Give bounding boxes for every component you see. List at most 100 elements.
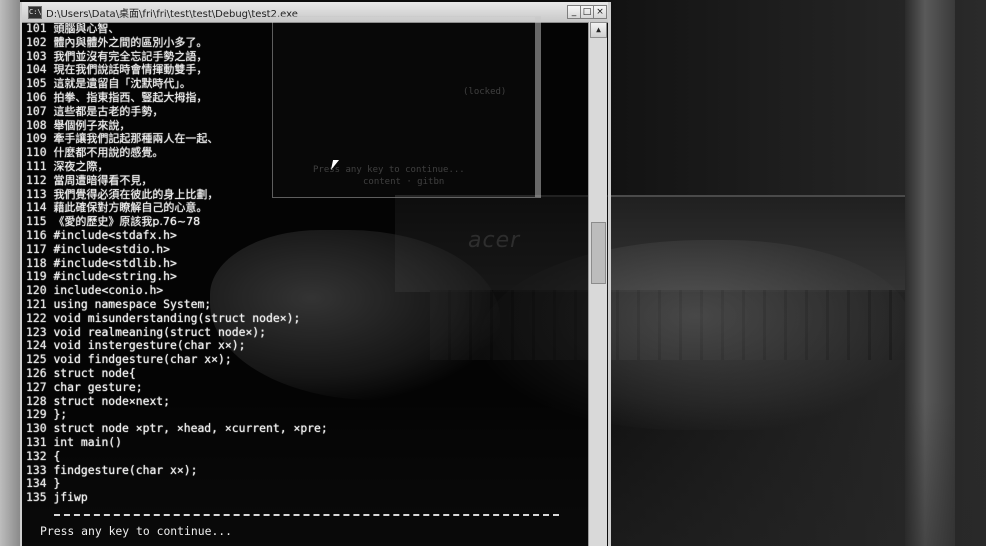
line-text: 這就是遺留自「沈默時代」。 (53, 77, 191, 91)
console-line: 113 我們覺得必須在彼此的身上比劃， (26, 186, 584, 202)
line-text: 我們覺得必須在彼此的身上比劃， (53, 187, 219, 201)
line-number: 102 (26, 34, 47, 49)
scroll-up-icon[interactable]: ▲ (590, 22, 607, 38)
minimize-button[interactable]: _ (567, 5, 581, 19)
line-number: 134 (26, 476, 47, 491)
console-output: 101 頭腦與心智、 102 體內與體外之間的區別小多了。 103 我們並沒有完全忘… (26, 22, 584, 522)
continue-prompt: Press any key to continue... (40, 524, 233, 538)
line-text: #include<stdafx.h> (53, 227, 177, 242)
console-line: 128 struct node×next; (26, 393, 584, 409)
console-line: 134 } (26, 476, 584, 491)
line-number: 132 (26, 448, 47, 463)
console-line: 126 struct node{ (26, 365, 584, 381)
line-number: 133 (26, 462, 47, 477)
line-text: struct node{ (53, 365, 136, 380)
line-number: 118 (26, 255, 47, 270)
console-line: 120 include<conio.h> (26, 283, 584, 298)
line-text: #include<string.h> (53, 269, 177, 284)
line-number: 104 (26, 62, 47, 77)
line-text: #include<stdio.h> (53, 241, 171, 256)
line-number: 135 (26, 490, 47, 505)
window-title: D:\Users\Data\桌面\fri\fri\test\test\Debug… (46, 9, 298, 20)
line-number: 113 (26, 186, 47, 201)
close-button[interactable]: × (593, 5, 607, 19)
console-line: 132 { (26, 448, 584, 464)
line-text: 舉個例子來說， (53, 118, 131, 132)
line-text: void findgesture(char x×); (53, 352, 232, 367)
line-text: int main() (53, 434, 123, 449)
console-line: 125 void findgesture(char x×); (26, 352, 584, 367)
line-number: 120 (26, 283, 47, 298)
line-text: } (53, 476, 61, 491)
console-line: 102 體內與體外之間的區別小多了。 (26, 34, 584, 50)
line-number: 103 (26, 48, 47, 63)
line-number: 131 (26, 434, 47, 449)
line-number: 115 (26, 214, 47, 229)
line-text: 現在我們說話時會情揮動雙手， (53, 63, 208, 77)
left-bezel (0, 0, 20, 546)
console-line: 101 頭腦與心智、 (26, 22, 584, 36)
line-text: 頭腦與心智、 (53, 22, 120, 35)
line-number: 114 (26, 200, 47, 215)
line-text: 我們並沒有完全忘記手勢之語， (53, 49, 208, 63)
line-number: 116 (26, 227, 47, 242)
console-line: 109 牽手讓我們記起那種兩人在一起、 (26, 131, 584, 146)
vertical-scrollbar[interactable]: ▲ (588, 22, 607, 546)
console-line: 105 這就是遺留自「沈默時代」。 (26, 76, 584, 91)
line-text: 《愛的歷史》原該我p.76~78 (53, 215, 201, 229)
line-text: 牽手讓我們記起那種兩人在一起、 (53, 132, 219, 146)
console-line: 122 void misunderstanding(struct node×); (26, 310, 584, 326)
line-number: 117 (26, 241, 47, 256)
line-number: 109 (26, 131, 47, 146)
line-number: 126 (26, 365, 47, 380)
line-number: 121 (26, 296, 47, 311)
line-number: 108 (26, 117, 47, 132)
line-number: 128 (26, 393, 47, 408)
console-line: 127 char gesture; (26, 379, 584, 395)
line-text: { (53, 448, 61, 463)
console-line: 112 當周遭暗得看不見， (26, 172, 584, 188)
console-line: 121 using namespace System; (26, 296, 584, 312)
line-number: 129 (26, 407, 47, 422)
line-number: 105 (26, 76, 47, 91)
console-line: 108 舉個例子來說， (26, 117, 584, 133)
line-text: void instergesture(char x×); (53, 338, 246, 353)
output-separator (54, 514, 559, 516)
console-line: 133 findgesture(char x×); (26, 462, 584, 478)
line-text: void misunderstanding(struct node×); (53, 310, 301, 325)
line-text: jfiwp (53, 490, 88, 505)
console-line: 110 什麼都不用說的感覺。 (26, 145, 584, 160)
console-line: 131 int main() (26, 434, 584, 450)
line-number: 127 (26, 379, 47, 394)
console-app-icon[interactable]: C:\ (28, 6, 42, 19)
line-number: 123 (26, 324, 47, 339)
line-text: include<conio.h> (53, 283, 164, 298)
line-number: 124 (26, 338, 47, 353)
console-line: 135 jfiwp (26, 490, 584, 505)
line-text: struct node×next; (53, 393, 171, 408)
line-text: 這些都是古老的手勢， (53, 104, 164, 118)
line-text: 當周遭暗得看不見， (53, 173, 153, 187)
line-number: 106 (26, 89, 47, 104)
line-text: #include<stdlib.h> (53, 255, 177, 270)
console-line: 106 拍拳、指東指西、豎起大拇指， (26, 89, 584, 105)
line-text: using namespace System; (53, 296, 212, 311)
line-text: 藉此確保對方瞭解自己的心意。 (53, 201, 208, 215)
line-number: 130 (26, 421, 47, 436)
console-window[interactable]: C:\ D:\Users\Data\桌面\fri\fri\test\test\D… (20, 2, 611, 546)
line-text: 體內與體外之間的區別小多了。 (53, 35, 208, 49)
console-line: 117 #include<stdio.h> (26, 241, 584, 257)
console-line: 114 藉此確保對方瞭解自己的心意。 (26, 200, 584, 215)
line-number: 119 (26, 269, 47, 284)
console-line: 104 現在我們說話時會情揮動雙手， (26, 62, 584, 77)
line-text: 什麼都不用說的感覺。 (53, 146, 164, 160)
line-number: 110 (26, 145, 47, 160)
scroll-thumb[interactable] (591, 222, 606, 284)
maximize-button[interactable]: □ (580, 5, 594, 19)
line-text: }; (53, 407, 68, 422)
console-line: 103 我們並沒有完全忘記手勢之語， (26, 48, 584, 64)
line-text: 拍拳、指東指西、豎起大拇指， (53, 90, 208, 104)
line-number: 125 (26, 352, 47, 367)
console-line: 116 #include<stdafx.h> (26, 227, 584, 243)
line-number: 112 (26, 172, 47, 187)
